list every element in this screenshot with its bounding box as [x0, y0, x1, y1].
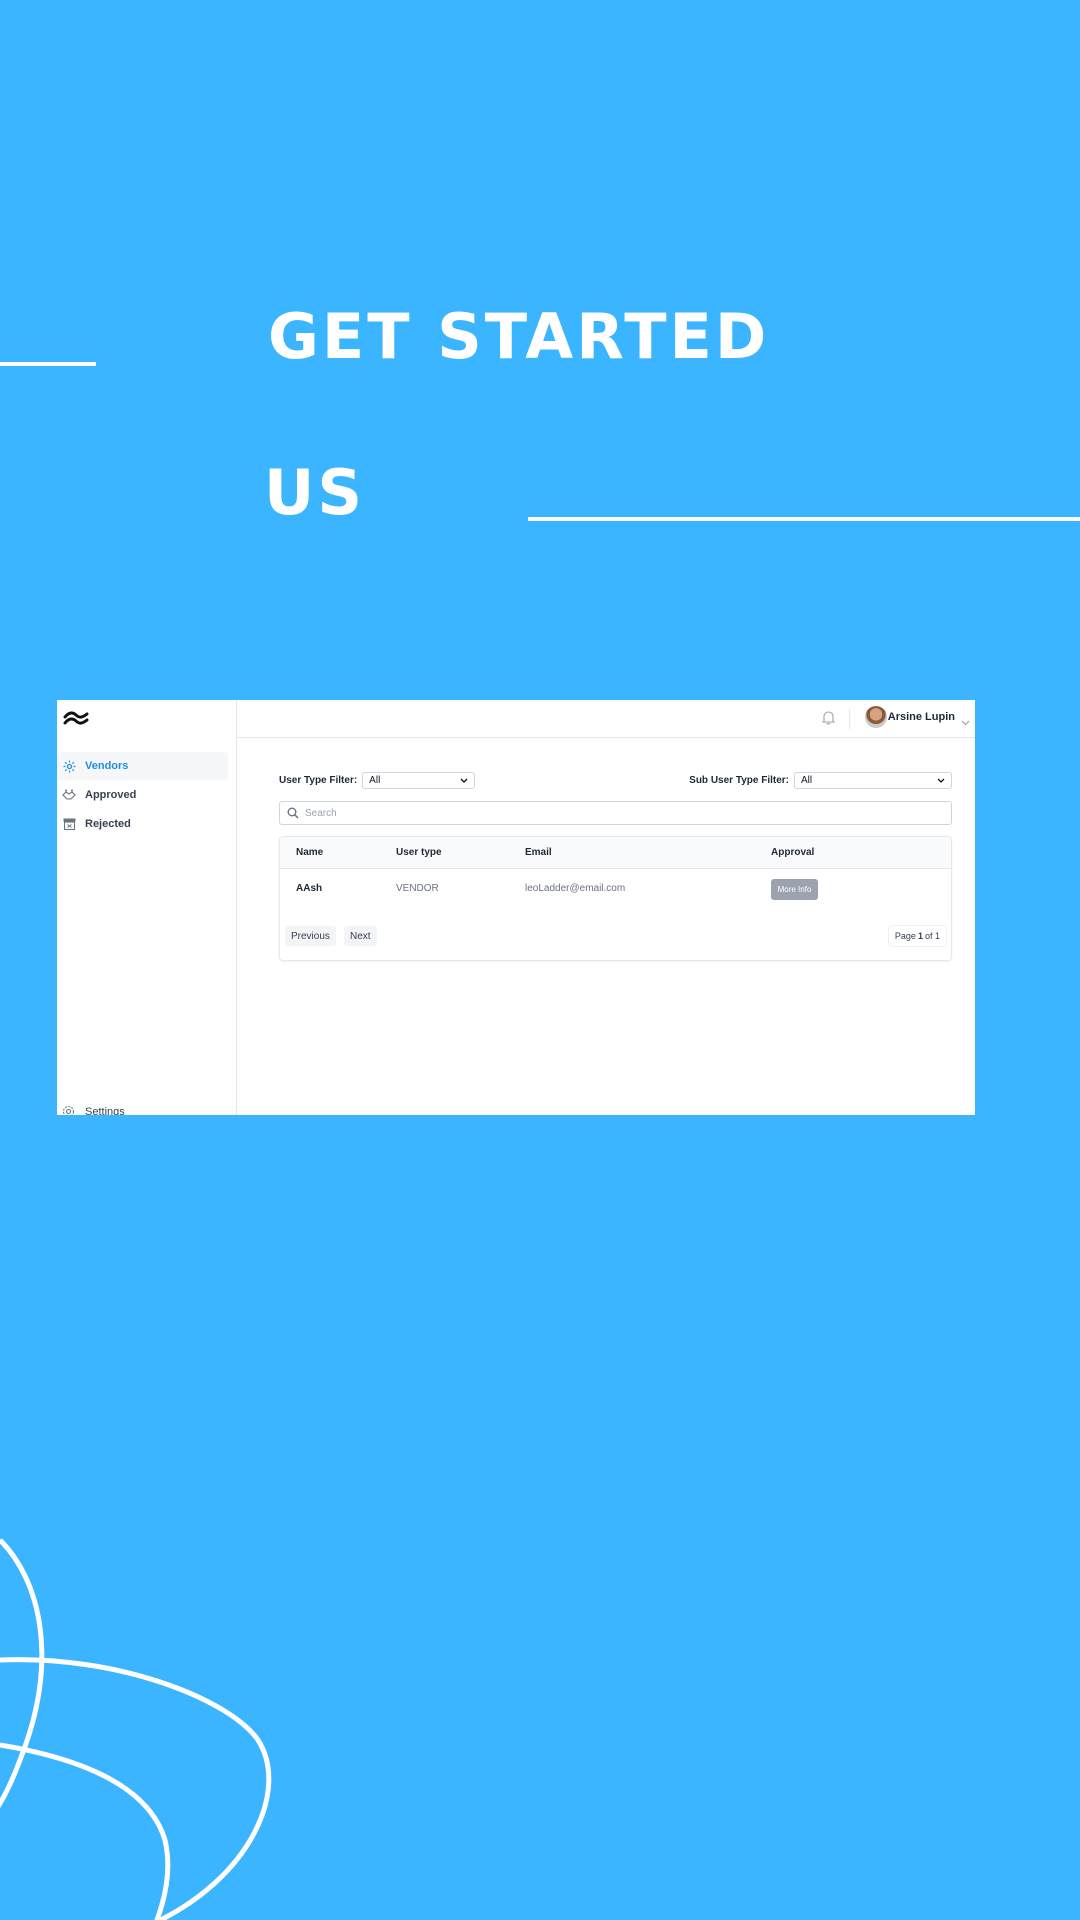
table-header: Name User type Email Approval — [280, 837, 951, 869]
sidebar-item-approved[interactable]: Approved — [57, 781, 228, 809]
avatar[interactable] — [865, 706, 887, 728]
decorative-swoosh — [0, 1538, 272, 1920]
table-row: AAsh VENDOR leoLadder@email.com More Inf… — [280, 869, 951, 913]
user-type-filter-label: User Type Filter: — [279, 775, 358, 786]
search-placeholder: Search — [305, 807, 337, 819]
column-header-approval: Approval — [771, 847, 815, 858]
page-of: of — [924, 931, 933, 941]
search-input[interactable]: Search — [279, 801, 952, 825]
sidebar-item-rejected[interactable]: Rejected — [57, 810, 228, 838]
chevron-down-icon[interactable] — [961, 713, 970, 731]
wave-logo-icon — [63, 711, 89, 725]
hero-title-line-2: US — [264, 456, 365, 529]
topbar-divider — [849, 709, 850, 729]
cell-user-type: VENDOR — [396, 883, 439, 894]
rejected-icon — [62, 817, 76, 831]
hero-title-line-1: GET STARTED — [268, 300, 770, 373]
user-type-select[interactable]: All — [362, 772, 476, 789]
current-page: 1 — [917, 931, 923, 941]
sub-user-type-select-value: All — [801, 775, 813, 786]
decorative-rule-left — [0, 362, 96, 366]
settings-label: Settings — [85, 1106, 125, 1115]
cell-email: leoLadder@email.com — [525, 883, 626, 894]
more-info-button[interactable]: More Info — [771, 879, 818, 900]
app-window: Vendors Approved Rejected Settings Arsin… — [57, 700, 975, 1115]
sidebar-nav: Vendors Approved Rejected — [57, 752, 228, 839]
pagination: Previous Next Page 1 of 1 — [280, 926, 951, 948]
sub-user-type-filter: Sub User Type Filter: All — [689, 772, 952, 789]
sub-user-type-select[interactable]: All — [794, 772, 952, 789]
chevron-down-icon — [937, 778, 945, 783]
top-bar: Arsine Lupin — [237, 700, 975, 738]
chevron-down-icon — [460, 778, 468, 783]
column-header-name: Name — [296, 847, 324, 858]
user-type-filter: User Type Filter: All — [279, 772, 476, 789]
sidebar: Vendors Approved Rejected Settings — [57, 700, 237, 1115]
app-logo[interactable] — [63, 710, 89, 731]
sidebar-item-vendors[interactable]: Vendors — [57, 752, 228, 780]
decorative-rule-right — [528, 517, 1080, 521]
sidebar-item-label: Vendors — [85, 760, 129, 772]
vendors-table: Name User type Email Approval AAsh VENDO… — [279, 836, 952, 961]
vendors-icon — [62, 759, 76, 773]
total-pages: 1 — [934, 931, 940, 941]
next-button[interactable]: Next — [344, 926, 377, 946]
column-header-email: Email — [525, 847, 552, 858]
filter-row: User Type Filter: All Sub User Type Filt… — [279, 772, 952, 790]
page-prefix: Page — [894, 931, 916, 941]
sidebar-item-label: Rejected — [85, 818, 131, 830]
sidebar-item-label: Approved — [85, 789, 137, 801]
bell-icon[interactable] — [821, 710, 836, 730]
page-indicator: Page 1 of 1 — [889, 926, 946, 946]
column-header-user-type: User type — [396, 847, 442, 858]
approved-icon — [62, 788, 76, 802]
gear-icon — [62, 1105, 76, 1115]
previous-button[interactable]: Previous — [285, 926, 336, 946]
sidebar-item-settings[interactable]: Settings — [62, 1105, 125, 1115]
user-name[interactable]: Arsine Lupin — [888, 711, 955, 723]
cell-name: AAsh — [296, 883, 323, 894]
search-icon — [287, 807, 299, 819]
user-type-select-value: All — [369, 775, 381, 786]
sub-user-type-filter-label: Sub User Type Filter: — [689, 775, 789, 786]
main-content: User Type Filter: All Sub User Type Filt… — [237, 738, 975, 1115]
